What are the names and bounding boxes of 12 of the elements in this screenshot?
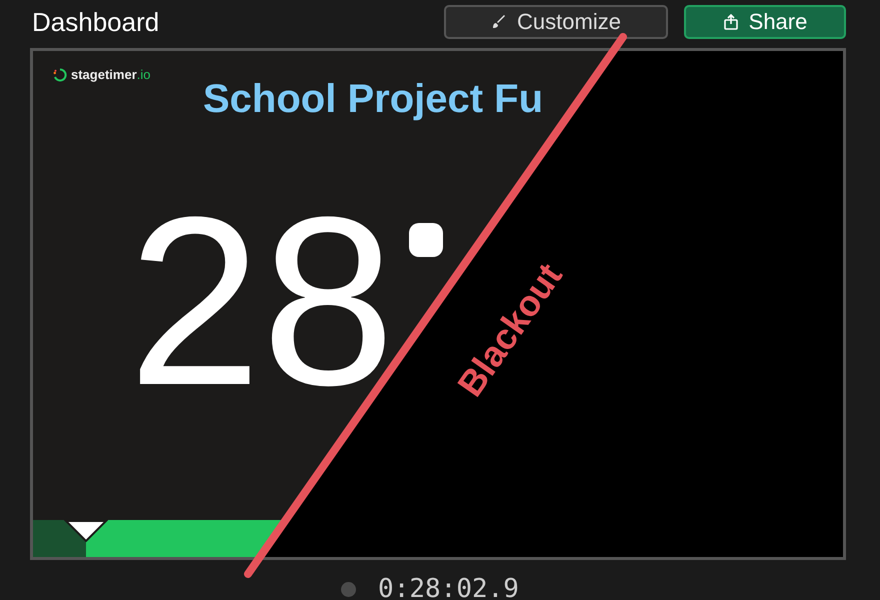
brush-icon xyxy=(491,14,508,30)
share-icon xyxy=(722,14,739,30)
logo-text: stagetimer.io xyxy=(71,67,150,82)
logo-icon xyxy=(53,68,67,82)
timer-digits: 28 xyxy=(128,181,395,421)
status-dot xyxy=(341,582,356,596)
share-button[interactable]: Share xyxy=(684,5,846,39)
elapsed-time: 0:28:02.9 xyxy=(378,574,519,600)
timer-title: School Project Fu xyxy=(203,77,544,122)
progress-marker xyxy=(64,520,108,542)
page-title: Dashboard xyxy=(32,6,160,38)
customize-button[interactable]: Customize xyxy=(444,5,668,39)
